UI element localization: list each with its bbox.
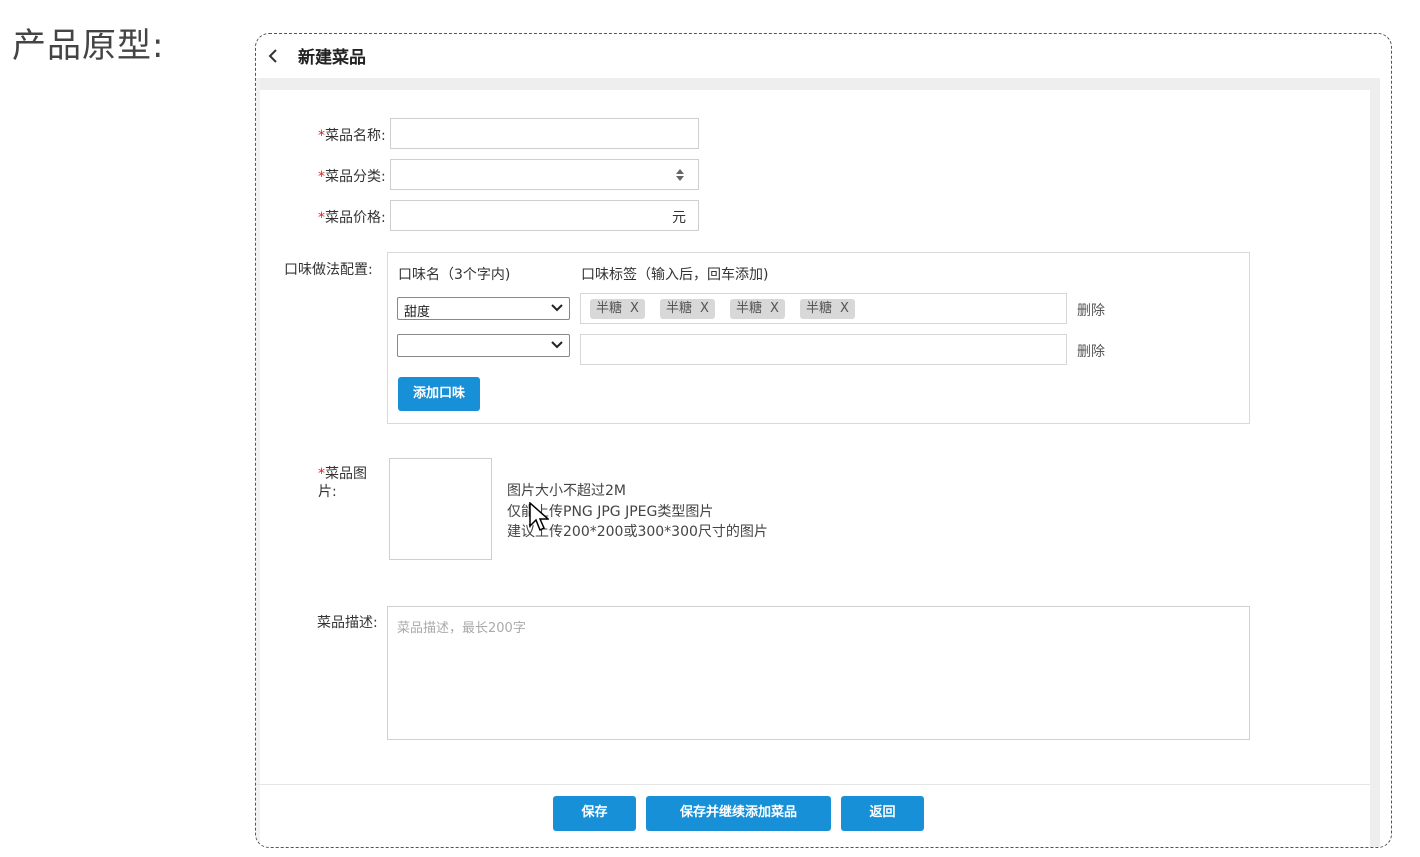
required-mark: * — [318, 210, 325, 226]
price-unit-suffix: 元 — [672, 210, 686, 226]
flavor-tags-column-header: 口味标签（输入后，回车添加) — [581, 267, 769, 283]
flavor-tag: 半糖 X — [730, 299, 785, 319]
header-divider — [256, 78, 1380, 90]
flavor-config-panel: 口味名（3个字内) 口味标签（输入后，回车添加) 甜度 半糖 X 半糖 X 半糖 X … — [387, 252, 1250, 424]
left-gutter — [256, 78, 260, 847]
save-button[interactable]: 保存 — [553, 796, 636, 831]
dish-description-textarea[interactable]: 菜品描述，最长200字 — [387, 606, 1250, 740]
flavor-tag-label: 半糖 — [596, 301, 623, 316]
flavor-config-label: 口味做法配置: — [284, 262, 373, 278]
chevron-down-icon — [551, 304, 563, 312]
required-mark: * — [318, 169, 325, 185]
required-mark: * — [318, 128, 325, 144]
dish-price-input[interactable]: 元 — [390, 200, 699, 231]
dish-description-label: 菜品描述: — [317, 615, 378, 631]
flavor-tags-input[interactable] — [580, 334, 1067, 365]
required-mark: * — [318, 466, 325, 482]
chevron-down-icon — [551, 341, 563, 349]
flavor-name-value: 甜度 — [404, 305, 431, 320]
tag-remove-icon[interactable]: X — [700, 301, 709, 316]
upload-hint-types: 仅能上传PNG JPG JPEG类型图片 — [507, 504, 714, 520]
page-heading: 产品原型: — [12, 26, 165, 66]
sort-arrows-icon — [676, 169, 684, 181]
dish-image-label-text: 菜品图片: — [318, 466, 367, 500]
dish-name-input[interactable] — [390, 118, 699, 149]
flavor-name-select[interactable]: 甜度 — [397, 297, 570, 320]
image-upload-box[interactable] — [389, 458, 492, 560]
tag-remove-icon[interactable]: X — [840, 301, 849, 316]
dish-price-label-text: 菜品价格: — [325, 210, 386, 226]
prototype-frame: 新建菜品 *菜品名称: *菜品分类: *菜品价格: 元 口味做法配置: 口味名（… — [255, 33, 1392, 848]
add-flavor-button[interactable]: 添加口味 — [398, 377, 480, 411]
dish-category-select[interactable] — [390, 159, 699, 190]
flavor-tag-label: 半糖 — [806, 301, 833, 316]
dish-price-label: *菜品价格: — [318, 207, 386, 227]
scrollbar-track[interactable] — [1370, 78, 1380, 847]
upload-hint-dimensions: 建议上传200*200或300*300尺寸的图片 — [507, 524, 768, 540]
page-header: 新建菜品 — [256, 34, 1391, 78]
flavor-tag: 半糖 X — [800, 299, 855, 319]
tag-remove-icon[interactable]: X — [630, 301, 639, 316]
flavor-tag-label: 半糖 — [666, 301, 693, 316]
flavor-name-column-header: 口味名（3个字内) — [398, 267, 511, 283]
tag-remove-icon[interactable]: X — [770, 301, 779, 316]
flavor-tags-input[interactable]: 半糖 X 半糖 X 半糖 X 半糖 X — [580, 293, 1067, 324]
dish-category-label-text: 菜品分类: — [325, 169, 386, 185]
save-and-continue-button[interactable]: 保存并继续添加菜品 — [646, 796, 831, 831]
footer-divider — [256, 784, 1370, 785]
back-chevron-icon[interactable] — [266, 46, 280, 66]
dish-name-label: *菜品名称: — [318, 125, 386, 145]
dish-category-label: *菜品分类: — [318, 166, 386, 186]
flavor-tag: 半糖 X — [590, 299, 645, 319]
description-placeholder: 菜品描述，最长200字 — [397, 621, 526, 636]
page-title: 新建菜品 — [298, 48, 366, 68]
upload-hint-size: 图片大小不超过2M — [507, 483, 626, 499]
flavor-name-select[interactable] — [397, 334, 570, 357]
flavor-tag-label: 半糖 — [736, 301, 763, 316]
back-button[interactable]: 返回 — [841, 796, 924, 831]
delete-flavor-button[interactable]: 删除 — [1077, 341, 1105, 361]
flavor-tag: 半糖 X — [660, 299, 715, 319]
dish-name-label-text: 菜品名称: — [325, 128, 386, 144]
delete-flavor-button[interactable]: 删除 — [1077, 300, 1105, 320]
dish-image-label: *菜品图片: — [318, 465, 378, 501]
